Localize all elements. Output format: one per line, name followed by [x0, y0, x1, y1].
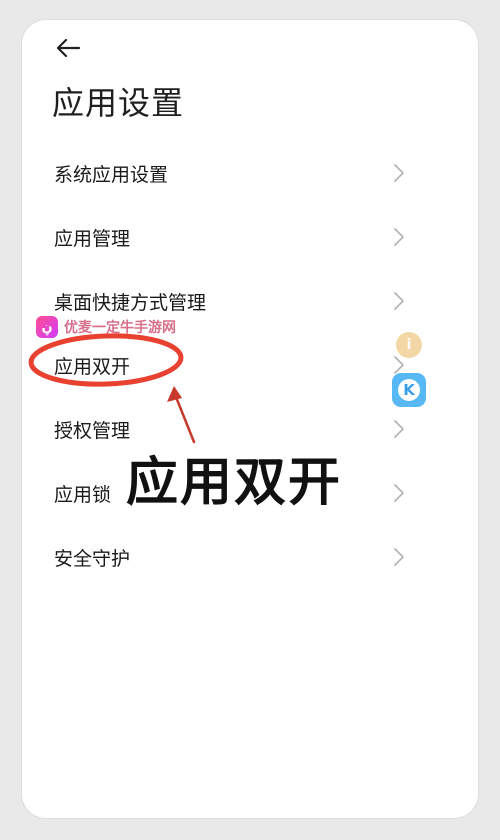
page-title: 应用设置	[52, 84, 185, 122]
floating-app-icon[interactable]: K	[392, 373, 426, 407]
chevron-right-icon	[394, 356, 404, 374]
menu-item-app-management[interactable]: 应用管理	[22, 209, 478, 265]
menu-item-label: 系统应用设置	[54, 163, 169, 186]
menu-item-system-app-settings[interactable]: 系统应用设置	[22, 145, 478, 201]
overlay-caption: 应用双开	[126, 453, 343, 513]
arrow-left-icon	[56, 38, 81, 58]
menu-item-security-guard[interactable]: 安全守护	[22, 529, 478, 585]
chevron-right-icon	[394, 228, 404, 246]
menu-item-label: 安全守护	[54, 547, 131, 570]
menu-item-label: 应用锁	[54, 483, 112, 506]
menu-item-label: 应用双开	[54, 355, 131, 378]
back-button[interactable]	[50, 30, 86, 66]
watermark: ڼ 优麦一定牛手游网	[36, 316, 176, 338]
settings-screen: 应用设置 系统应用设置 应用管理 桌面快捷方式管理 应用双开 授权管理 应用锁	[22, 20, 478, 818]
chevron-right-icon	[394, 484, 404, 502]
chevron-right-icon	[394, 548, 404, 566]
menu-item-label: 应用管理	[54, 227, 131, 250]
floating-info-badge[interactable]: i	[396, 332, 422, 358]
watermark-text: 优麦一定牛手游网	[64, 320, 176, 336]
floating-app-letter: K	[398, 379, 420, 401]
menu-item-label: 授权管理	[54, 419, 131, 442]
chevron-right-icon	[394, 292, 404, 310]
watermark-logo-icon: ڼ	[36, 316, 58, 338]
chevron-right-icon	[394, 164, 404, 182]
menu-item-label: 桌面快捷方式管理	[54, 291, 207, 314]
chevron-right-icon	[394, 420, 404, 438]
